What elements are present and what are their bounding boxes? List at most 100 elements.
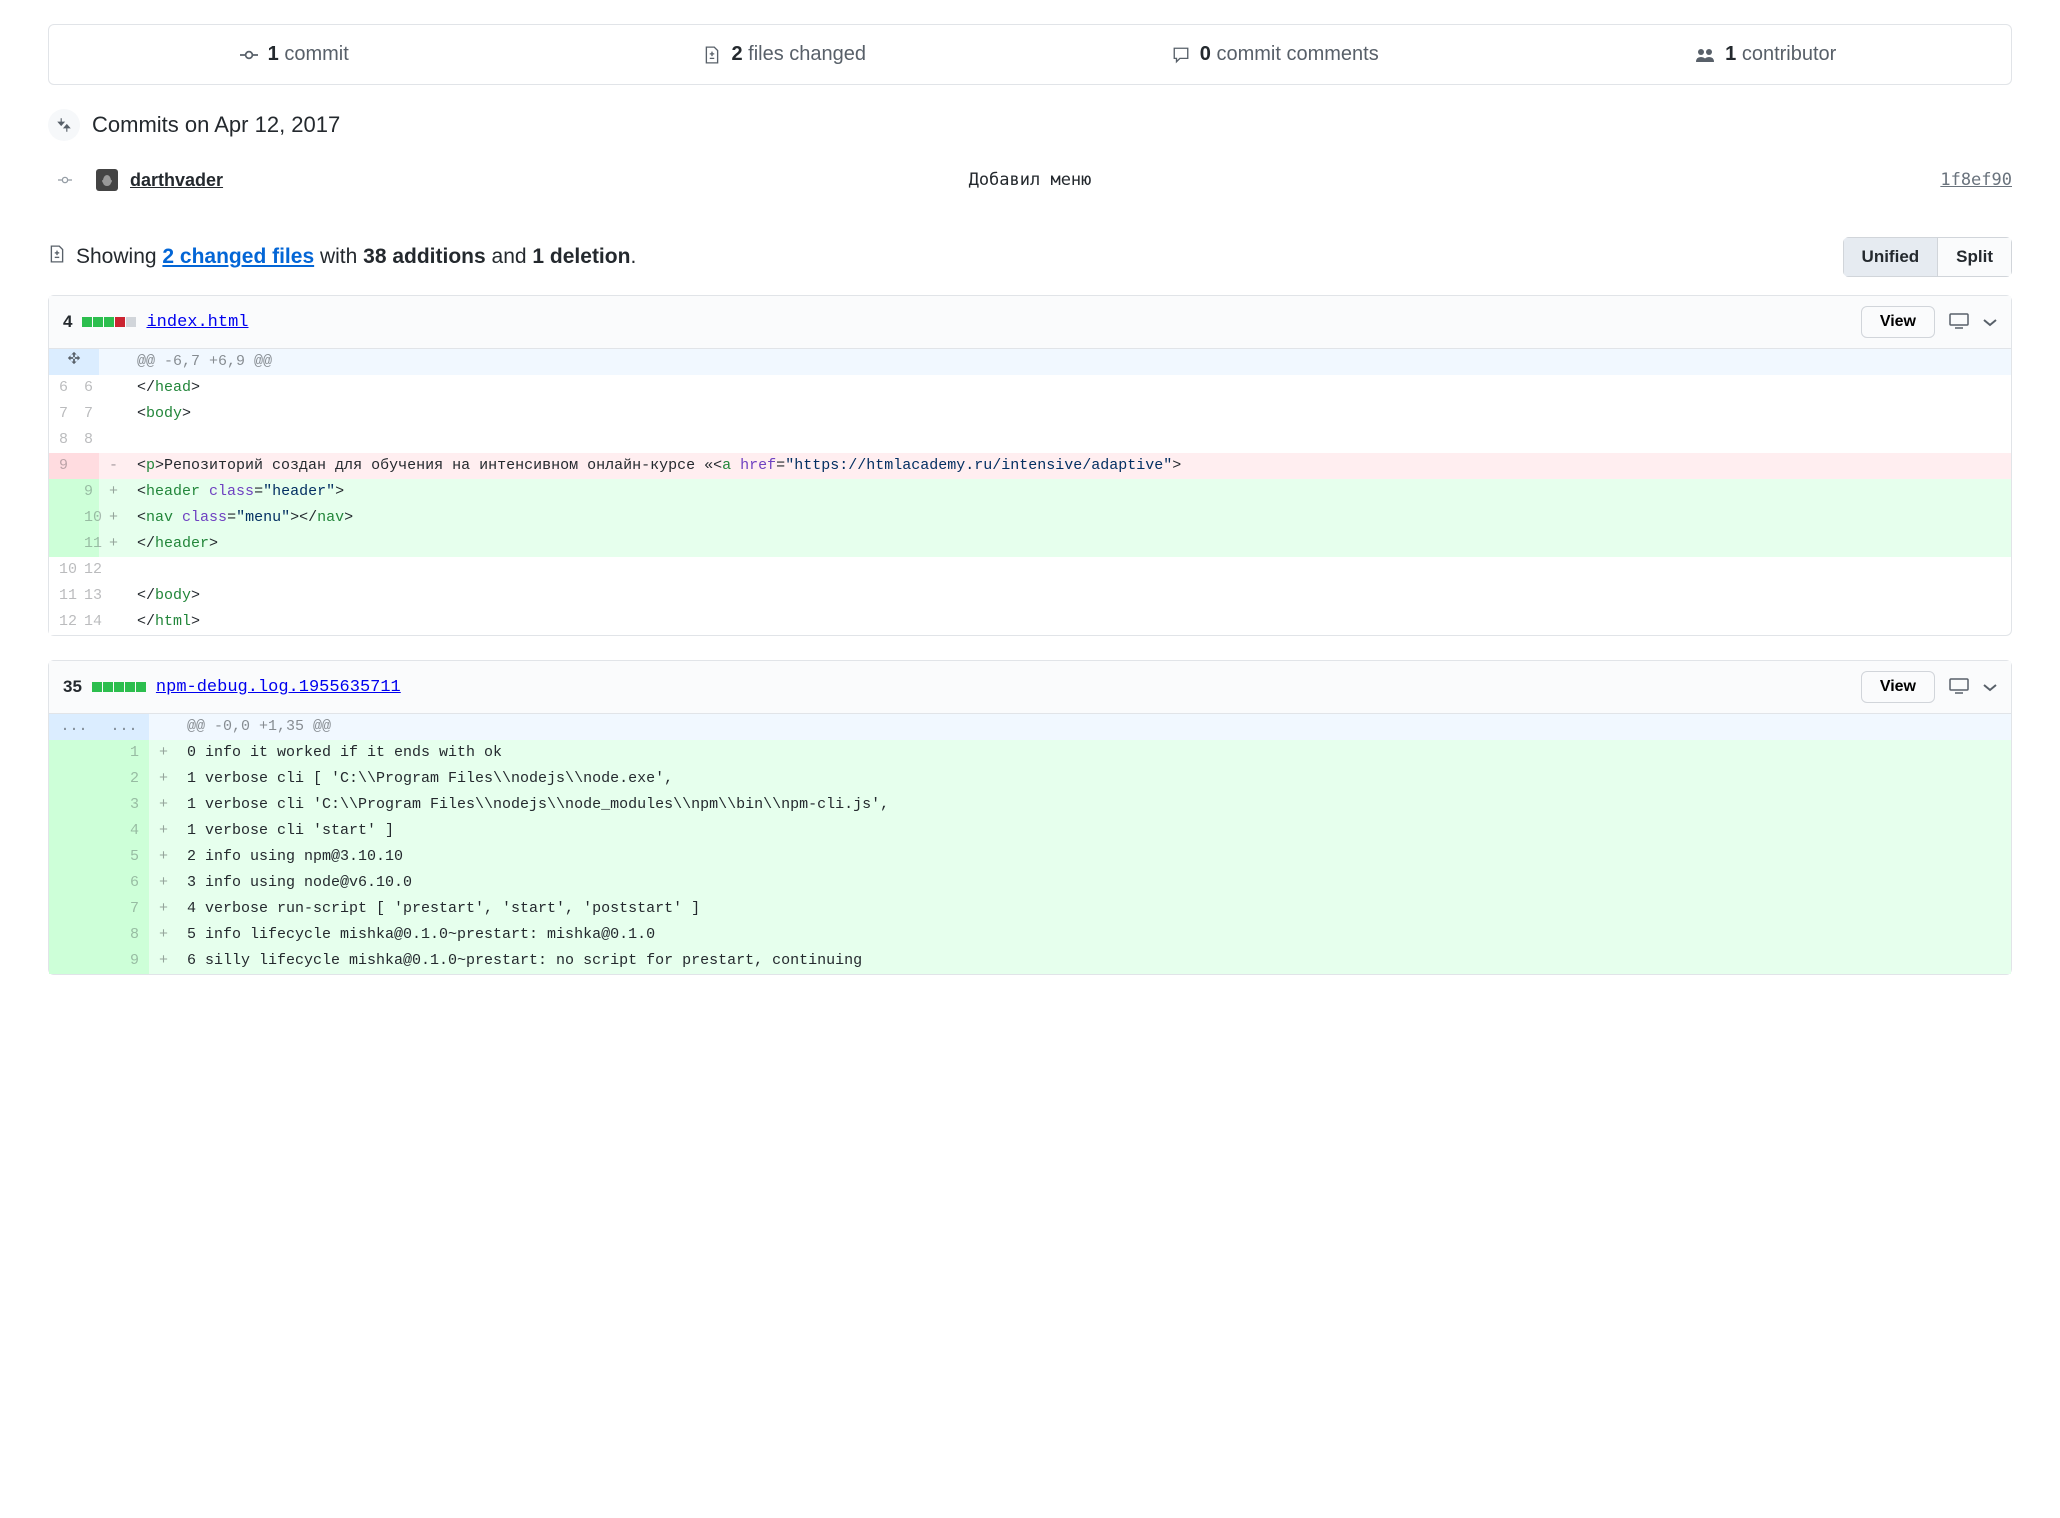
diff-code: 1 verbose cli 'C:\\Program Files\\nodejs… [177, 792, 2011, 818]
diff-row: 12 14 </html> [49, 609, 2011, 635]
diff-row: 6 + 3 info using node@v6.10.0 [49, 870, 2011, 896]
desktop-icon[interactable] [1949, 678, 1969, 697]
line-number-new[interactable]: 9 [74, 479, 99, 505]
diff-row: 8 8 [49, 427, 2011, 453]
diff-table: @@ -6,7 +6,9 @@ 6 6 </head> 7 7 <body> 8… [49, 349, 2011, 635]
diff-code: 5 info lifecycle mishka@0.1.0~prestart: … [177, 922, 2011, 948]
line-number-new[interactable]: 7 [99, 896, 149, 922]
stat-comments-label: commit comments [1216, 43, 1378, 65]
line-number-new[interactable]: 6 [99, 870, 149, 896]
filename[interactable]: index.html [146, 313, 248, 332]
diff-row: 11 + </header> [49, 531, 2011, 557]
line-number-new[interactable]: 12 [74, 557, 99, 583]
desktop-icon[interactable] [1949, 313, 1969, 332]
line-number-new[interactable]: 9 [99, 948, 149, 974]
stat-files[interactable]: 2 files changed [540, 25, 1031, 84]
expand-hunk[interactable] [49, 349, 99, 375]
diff-sign: + [149, 818, 177, 844]
line-number-new[interactable]: 14 [74, 609, 99, 635]
line-number-old[interactable] [49, 844, 99, 870]
file-box: 35 npm-debug.log.1955635711 View ... ...… [48, 660, 2012, 975]
line-number-new[interactable]: 8 [74, 427, 99, 453]
line-number-old[interactable] [49, 792, 99, 818]
diff-sign: + [99, 505, 127, 531]
filename[interactable]: npm-debug.log.1955635711 [156, 678, 401, 697]
line-number-new[interactable]: 11 [74, 531, 99, 557]
stat-comments[interactable]: 0 commit comments [1030, 25, 1521, 84]
line-number-new[interactable]: 8 [99, 922, 149, 948]
line-number-old[interactable]: 9 [49, 453, 74, 479]
commits-date-label: Commits on Apr 12, 2017 [92, 112, 340, 138]
line-number-new[interactable]: 7 [74, 401, 99, 427]
line-number-new[interactable]: 10 [74, 505, 99, 531]
chevron-down-icon[interactable] [1983, 314, 1997, 330]
diff-showing-label: Showing [76, 245, 157, 268]
diff-sign: - [99, 453, 127, 479]
diff-code: </html> [127, 609, 2011, 635]
line-number-new[interactable]: 4 [99, 818, 149, 844]
stat-contributors[interactable]: 1 contributor [1521, 25, 2012, 84]
line-number-new[interactable]: 1 [99, 740, 149, 766]
chevron-down-icon[interactable] [1983, 679, 1997, 695]
line-number-old[interactable]: 8 [49, 427, 74, 453]
line-number-old[interactable] [49, 818, 99, 844]
expand-hunk[interactable]: ... [49, 714, 99, 740]
line-number-new[interactable]: 5 [99, 844, 149, 870]
diff-sign [99, 583, 127, 609]
diff-sign: + [149, 792, 177, 818]
stat-commits[interactable]: 1 commit [49, 25, 540, 84]
line-number-old[interactable]: 12 [49, 609, 74, 635]
diff-and-label: and [486, 245, 533, 268]
stats-bar: 1 commit 2 files changed 0 commit commen… [48, 24, 2012, 85]
stat-contributors-count: 1 [1725, 43, 1736, 65]
commit-sha[interactable]: 1f8ef90 [1940, 170, 2012, 190]
line-number-new[interactable] [74, 453, 99, 479]
diff-sign: + [149, 766, 177, 792]
expand-hunk[interactable]: ... [99, 714, 149, 740]
file-header: 4 index.html View [49, 296, 2011, 349]
people-icon [1695, 46, 1715, 64]
line-number-old[interactable] [49, 766, 99, 792]
line-number-old[interactable] [49, 479, 74, 505]
diff-row: 3 + 1 verbose cli 'C:\\Program Files\\no… [49, 792, 2011, 818]
diff-code: 0 info it worked if it ends with ok [177, 740, 2011, 766]
line-number-old[interactable]: 10 [49, 557, 74, 583]
diff-row: 7 7 <body> [49, 401, 2011, 427]
split-button[interactable]: Split [1938, 237, 2012, 277]
line-number-old[interactable]: 11 [49, 583, 74, 609]
line-number-old[interactable]: 7 [49, 401, 74, 427]
line-number-new[interactable]: 13 [74, 583, 99, 609]
line-number-old[interactable] [49, 870, 99, 896]
avatar[interactable] [96, 169, 118, 191]
line-number-old[interactable]: 6 [49, 375, 74, 401]
diff-code: 1 verbose cli [ 'C:\\Program Files\\node… [177, 766, 2011, 792]
changed-files-link[interactable]: 2 changed files [162, 245, 314, 268]
diff-row: 6 6 </head> [49, 375, 2011, 401]
diff-sign: + [149, 922, 177, 948]
line-number-new[interactable]: 3 [99, 792, 149, 818]
view-button[interactable]: View [1861, 671, 1935, 703]
line-number-old[interactable] [49, 740, 99, 766]
compare-icon [48, 109, 80, 141]
stat-commits-count: 1 [268, 43, 279, 65]
line-number-new[interactable]: 2 [99, 766, 149, 792]
hunk-header: @@ -0,0 +1,35 @@ [177, 714, 2011, 740]
unified-button[interactable]: Unified [1843, 237, 1939, 277]
line-number-old[interactable] [49, 896, 99, 922]
diff-row: 4 + 1 verbose cli 'start' ] [49, 818, 2011, 844]
file-header: 35 npm-debug.log.1955635711 View [49, 661, 2011, 714]
line-number-old[interactable] [49, 531, 74, 557]
stat-files-count: 2 [731, 43, 742, 65]
diff-row: 5 + 2 info using npm@3.10.10 [49, 844, 2011, 870]
diff-row: 9 - <p>Репозиторий создан для обучения н… [49, 453, 2011, 479]
diff-sign: + [149, 896, 177, 922]
line-number-old[interactable] [49, 922, 99, 948]
line-number-new[interactable]: 6 [74, 375, 99, 401]
diff-row: 2 + 1 verbose cli [ 'C:\\Program Files\\… [49, 766, 2011, 792]
diff-code: <nav class="menu"></nav> [127, 505, 2011, 531]
line-number-old[interactable] [49, 948, 99, 974]
commit-message[interactable]: Добавил меню [969, 170, 1092, 190]
commit-author[interactable]: darthvader [130, 170, 223, 191]
view-button[interactable]: View [1861, 306, 1935, 338]
line-number-old[interactable] [49, 505, 74, 531]
